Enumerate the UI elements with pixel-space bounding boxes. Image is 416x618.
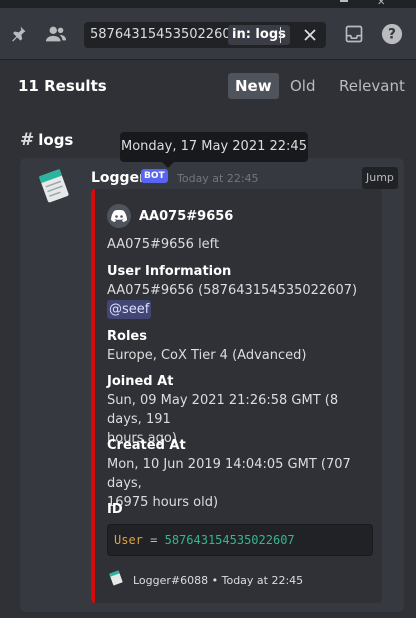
jump-button[interactable]: Jump: [362, 167, 398, 189]
results-count: 11 Results: [18, 77, 107, 95]
tooltip-arrow: [162, 162, 174, 168]
sort-tab-new[interactable]: New: [228, 73, 279, 99]
field-roles: Roles Europe, CoX Tier 4 (Advanced): [107, 328, 377, 365]
pin-icon[interactable]: [6, 22, 30, 46]
code-key: User: [114, 533, 143, 547]
channel-name: logs: [38, 131, 74, 149]
embed-author: AA075#9656: [107, 204, 233, 228]
svg-text:?: ?: [388, 27, 396, 43]
user-mention[interactable]: @seef: [107, 300, 152, 319]
message-embed: AA075#9656 AA075#9656 left User Informat…: [91, 189, 382, 603]
embed-footer: Logger#6088 • Today at 22:45: [107, 569, 303, 591]
field-value: Europe, CoX Tier 4 (Advanced): [107, 348, 307, 363]
window-top-strip: ✕: [0, 0, 416, 8]
help-icon[interactable]: ?: [380, 22, 404, 46]
message-author[interactable]: Logger: [91, 170, 146, 186]
field-name: Roles: [107, 329, 147, 344]
discord-logo-icon: [107, 204, 131, 228]
field-name: Created At: [107, 438, 186, 453]
footer-text: Logger#6088 • Today at 22:45: [133, 573, 304, 587]
field-name: Joined At: [107, 374, 174, 389]
field-user-information: User Information AA075#9656 (58764315453…: [107, 263, 377, 319]
results-header: 11 Results New Old Relevant: [0, 61, 416, 111]
channel-header[interactable]: # logs: [20, 130, 73, 150]
sort-tab-relevant[interactable]: Relevant: [332, 73, 412, 99]
clear-icon[interactable]: [300, 25, 320, 45]
channel-hash-icon: #: [20, 130, 35, 150]
sort-tab-old[interactable]: Old: [283, 73, 323, 99]
code-operator: =: [142, 533, 165, 547]
timestamp-tooltip: Monday, 17 May 2021 22:45: [120, 132, 308, 162]
embed-author-name: AA075#9656: [139, 208, 234, 224]
field-value-line: Sun, 09 May 2021 21:26:58 GMT (8 days, 1…: [107, 393, 339, 427]
notepad-avatar-icon[interactable]: [34, 166, 74, 206]
members-icon[interactable]: [44, 22, 68, 46]
search-result-message[interactable]: Logger BOT Today at 22:45 Jump AA075#965…: [20, 158, 404, 612]
bot-tag: BOT: [141, 169, 168, 183]
embed-description: AA075#9656 left: [107, 237, 220, 252]
field-value: AA075#9656 (587643154535022607): [107, 283, 358, 298]
code-block: User = 587643154535022607: [107, 524, 373, 556]
field-name: User Information: [107, 264, 232, 279]
search-input[interactable]: 587643154535022607 in: logs: [84, 22, 326, 48]
message-timestamp[interactable]: Today at 22:45: [177, 172, 259, 185]
footer-notepad-icon: [107, 569, 125, 591]
field-value-line: Mon, 10 Jun 2019 14:04:05 GMT (707 days,: [107, 457, 351, 491]
code-value: 587643154535022607: [164, 533, 295, 547]
field-name: ID: [107, 502, 123, 517]
toolbar: 587643154535022607 in: logs ?: [0, 8, 416, 60]
inbox-icon[interactable]: [342, 22, 366, 46]
search-query-text: 587643154535022607: [90, 27, 239, 42]
text-caret: [280, 27, 281, 43]
close-window-icon[interactable]: ✕: [377, 0, 387, 8]
field-id: ID: [107, 501, 377, 519]
minimize-icon[interactable]: [340, 0, 348, 2]
